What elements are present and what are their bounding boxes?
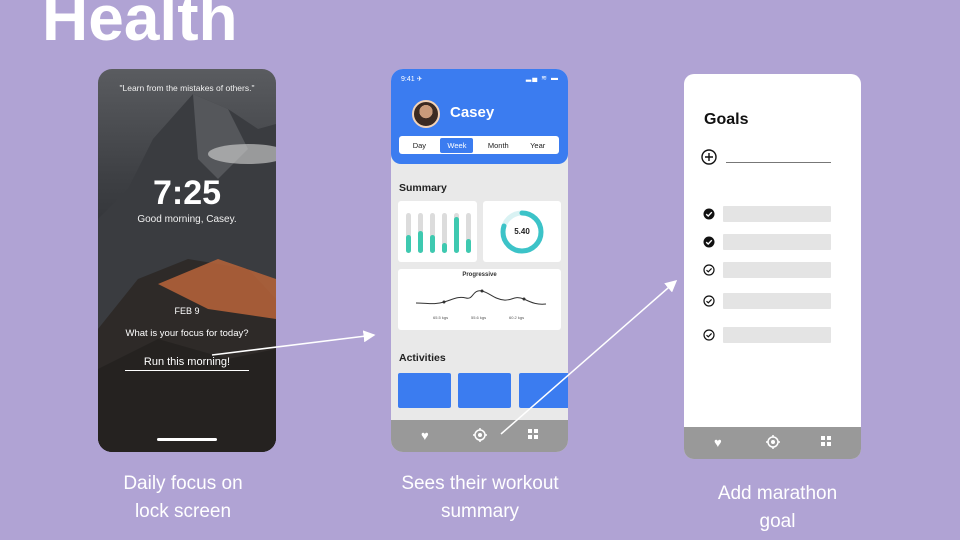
grid-icon[interactable] [820, 435, 832, 451]
goal-placeholder-bar[interactable] [723, 206, 831, 222]
weight-label: 65.5 kgs [433, 315, 449, 320]
period-segmented-control: Day Week Month Year [399, 136, 559, 154]
check-icon[interactable] [703, 329, 715, 341]
ring-card[interactable]: 5.40 [483, 201, 561, 262]
bar-chart [406, 213, 471, 253]
caption-goal: Add marathon goal [717, 483, 838, 532]
goals-title: Goals [704, 111, 749, 128]
progressive-line-chart [415, 289, 547, 305]
bar-fill [466, 239, 471, 253]
goal-placeholder-bar[interactable] [723, 262, 831, 278]
lock-date: FEB 9 [174, 306, 200, 316]
target-icon[interactable] [473, 428, 487, 446]
caption-lock-screen: Daily focus on lock screen [123, 473, 243, 522]
summary-screen-mockup: 9:41 ✈ ▂▄ ≋ ▬ Casey Day Week Month Year … [391, 69, 568, 452]
goals-screen-mockup: Goals ♥ [684, 74, 861, 459]
avatar[interactable] [412, 100, 440, 128]
check-icon[interactable] [703, 264, 715, 276]
bar-fill [454, 217, 459, 253]
weight-label: 60.2 kgs [509, 315, 525, 320]
activity-tile[interactable] [458, 373, 511, 408]
bar-fill [442, 243, 447, 253]
progressive-card[interactable]: Progressive 65.5 kgs 55.6 kgs 60.2 kgs [398, 269, 561, 330]
goal-placeholder-bar[interactable] [723, 293, 831, 309]
new-goal-input[interactable] [726, 162, 831, 163]
activity-tile[interactable] [398, 373, 451, 408]
heart-icon[interactable]: ♥ [421, 428, 429, 444]
summary-title: Summary [399, 182, 447, 194]
goal-item[interactable] [703, 206, 833, 222]
activities-title: Activities [399, 352, 446, 364]
check-icon[interactable] [703, 208, 715, 220]
ring-value: 5.40 [514, 227, 530, 236]
progressive-title: Progressive [462, 272, 497, 278]
target-icon[interactable] [766, 435, 780, 453]
lock-quote: "Learn from the mistakes of others." [119, 83, 255, 93]
lock-greeting: Good morning, Casey. [137, 214, 237, 225]
grid-icon[interactable] [527, 428, 539, 444]
goal-item[interactable] [703, 293, 833, 309]
tab-day[interactable]: Day [406, 138, 433, 153]
bottom-tab-bar: ♥ [391, 420, 568, 452]
user-name: Casey [450, 104, 495, 121]
add-goal-icon[interactable] [701, 149, 717, 165]
lock-screen-mockup: "Learn from the mistakes of others." 7:2… [98, 69, 276, 452]
bar-fill [406, 235, 411, 253]
tab-month[interactable]: Month [481, 138, 516, 153]
caption-summary: Sees their workout summary [401, 473, 559, 522]
goal-item[interactable] [703, 262, 833, 278]
bar-fill [418, 231, 423, 253]
status-time: 9:41 ✈ [401, 76, 423, 83]
slide-title: Health [42, 0, 238, 54]
goal-placeholder-bar[interactable] [723, 327, 831, 343]
goal-item[interactable] [703, 234, 833, 250]
focus-prompt: What is your focus for today? [125, 328, 249, 339]
activity-tile[interactable] [519, 373, 568, 408]
weight-label: 55.6 kgs [471, 315, 487, 320]
bar-fill [430, 235, 435, 253]
focus-input[interactable]: Run this morning! [125, 356, 249, 371]
tab-week[interactable]: Week [440, 137, 474, 153]
status-icons: ▂▄ ≋ ▬ [525, 75, 559, 82]
home-indicator[interactable] [157, 438, 217, 441]
goal-placeholder-bar[interactable] [723, 234, 831, 250]
check-icon[interactable] [703, 236, 715, 248]
tab-year[interactable]: Year [523, 138, 552, 153]
mountain-background-image [98, 94, 276, 452]
lock-time: 7:25 [152, 174, 222, 212]
profile-header: 9:41 ✈ ▂▄ ≋ ▬ Casey Day Week Month Year [391, 69, 568, 164]
goal-item[interactable] [703, 327, 833, 343]
bottom-tab-bar: ♥ [684, 427, 861, 459]
check-icon[interactable] [703, 295, 715, 307]
bar-chart-card[interactable] [398, 201, 477, 262]
heart-icon[interactable]: ♥ [714, 435, 722, 451]
